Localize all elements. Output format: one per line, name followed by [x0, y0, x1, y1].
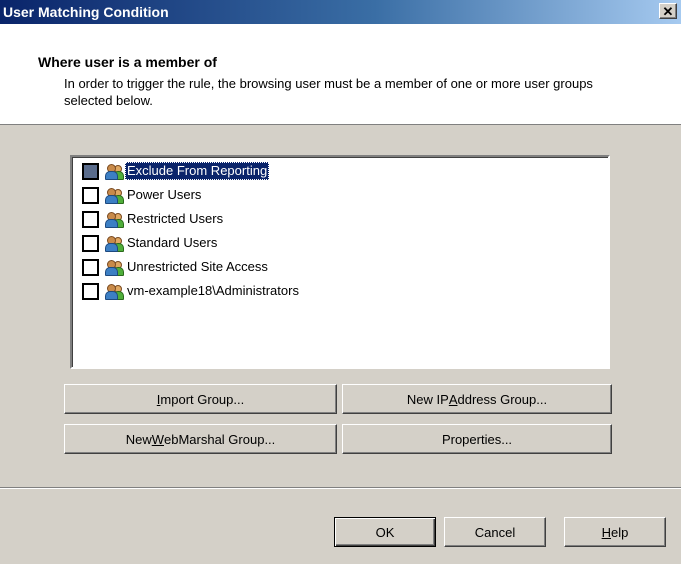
title-bar: User Matching Condition ✕: [0, 0, 681, 24]
group-checkbox[interactable]: [82, 210, 99, 228]
new-ip-address-group-button[interactable]: New IP Address Group...: [342, 384, 612, 414]
list-item[interactable]: Restricted Users: [82, 209, 225, 229]
list-item[interactable]: Standard Users: [82, 233, 219, 253]
group-checkbox[interactable]: [82, 186, 99, 204]
help-button[interactable]: Help: [564, 517, 666, 547]
group-label: Standard Users: [127, 235, 218, 250]
group-label: Unrestricted Site Access: [127, 259, 268, 274]
group-label: Restricted Users: [127, 211, 224, 226]
group-checkbox[interactable]: [82, 258, 99, 276]
group-label: vm-example18\Administrators: [127, 283, 299, 298]
group-checkbox[interactable]: [82, 162, 99, 180]
cancel-button[interactable]: Cancel: [444, 517, 546, 547]
user-group-icon: [105, 283, 124, 300]
user-group-icon: [105, 235, 124, 252]
section-description: In order to trigger the rule, the browsi…: [64, 76, 593, 108]
close-icon: ✕: [662, 4, 674, 19]
user-group-icon: [105, 187, 124, 204]
import-group-button[interactable]: Import Group...: [64, 384, 337, 414]
properties-button[interactable]: Properties...: [342, 424, 612, 454]
list-item[interactable]: Power Users: [82, 185, 203, 205]
user-group-icon: [105, 163, 124, 180]
list-item[interactable]: vm-example18\Administrators: [82, 281, 301, 301]
user-group-list[interactable]: Exclude From Reporting Power Users Restr…: [70, 155, 610, 369]
content-panel: Exclude From Reporting Power Users Restr…: [0, 125, 681, 488]
dialog-header: Where user is a member of In order to tr…: [0, 24, 681, 125]
group-label: Exclude From Reporting: [125, 162, 270, 180]
window-title: User Matching Condition: [3, 4, 169, 20]
section-heading: Where user is a member of: [38, 54, 217, 70]
user-group-icon: [105, 259, 124, 276]
ok-button[interactable]: OK: [334, 517, 436, 547]
group-checkbox[interactable]: [82, 234, 99, 252]
user-group-icon: [105, 211, 124, 228]
group-label: Power Users: [127, 187, 202, 202]
list-item[interactable]: Unrestricted Site Access: [82, 257, 270, 277]
close-button[interactable]: ✕: [659, 3, 677, 19]
list-item[interactable]: Exclude From Reporting: [82, 161, 270, 181]
new-webmarshal-group-button[interactable]: New WebMarshal Group...: [64, 424, 337, 454]
group-checkbox[interactable]: [82, 282, 99, 300]
